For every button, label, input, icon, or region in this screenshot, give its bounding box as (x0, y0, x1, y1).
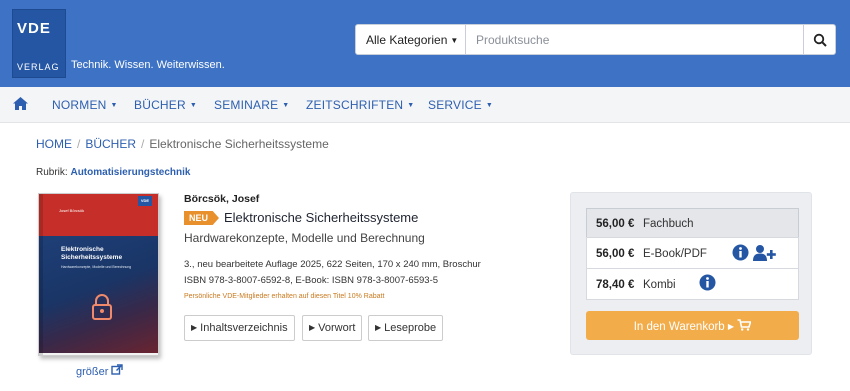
info-icon[interactable] (732, 244, 749, 261)
toc-button[interactable]: ▶ Inhaltsverzeichnis (184, 315, 295, 341)
cover-vde-badge: VDE (138, 196, 152, 206)
add-to-cart-button[interactable]: In den Warenkorb ▶ (586, 311, 799, 340)
external-link-icon (111, 364, 124, 375)
nav-item-normen[interactable]: NORMEN ▼ (52, 98, 118, 112)
caret-down-icon: ▼ (407, 102, 415, 109)
price-type: Kombi (643, 279, 676, 291)
toc-button-label: Inhaltsverzeichnis (200, 322, 288, 334)
category-select[interactable]: Alle Kategorien ▼ (356, 25, 466, 54)
cart-icon (737, 319, 752, 331)
new-badge: NEU (184, 211, 219, 225)
breadcrumb-home[interactable]: HOME (36, 137, 72, 151)
caret-right-icon: ▶ (727, 322, 735, 331)
nav-item-seminare[interactable]: SEMINARE ▼ (214, 98, 289, 112)
rubrik-label: Rubrik: (36, 167, 68, 178)
price-type: E-Book/PDF (643, 248, 707, 260)
logo-verlag-text: VERLAG (17, 62, 60, 72)
caret-down-icon: ▼ (450, 36, 459, 45)
search-bar: Alle Kategorien ▼ (355, 24, 836, 55)
nav-item-label: BÜCHER (134, 98, 186, 112)
caret-down-icon: ▼ (189, 102, 198, 109)
rubrik: Rubrik: Automatisierungstechnik (36, 167, 191, 178)
price-value: 78,40 € (596, 279, 635, 291)
search-input[interactable] (466, 25, 804, 54)
price-value: 56,00 € (596, 218, 635, 230)
search-button[interactable] (803, 25, 835, 54)
product-details: 3., neu bearbeitete Auflage 2025, 622 Se… (184, 257, 481, 289)
enlarge-label: größer (76, 366, 109, 378)
info-icon[interactable] (699, 274, 716, 291)
price-value: 56,00 € (596, 248, 635, 260)
foreword-button[interactable]: ▶ Vorwort (302, 315, 363, 341)
price-box: 56,00 € Fachbuch 56,00 € E-Book/PDF 78,4… (570, 192, 812, 355)
product-subtitle: Hardwarekonzepte, Modelle und Berechnung (184, 231, 425, 245)
product-isbn: ISBN 978-3-8007-6592-8, E-Book: ISBN 978… (184, 275, 439, 286)
member-discount-note: Persönliche VDE-Mitglieder erhalten auf … (184, 293, 385, 300)
nav-item-label: SEMINARE (214, 98, 279, 112)
price-option-fachbuch[interactable]: 56,00 € Fachbuch (586, 208, 799, 238)
cover-title-line2: Sicherheitssysteme (61, 254, 123, 261)
cover-title-line1: Elektronische (61, 246, 104, 253)
reading-sample-button[interactable]: ▶ Leseprobe (368, 315, 444, 341)
cover-subtitle: Hardwarekonzepte, Modelle und Berechnung (61, 265, 132, 269)
caret-right-icon: ▶ (191, 323, 198, 332)
nav-item-label: NORMEN (52, 98, 107, 112)
add-to-cart-label: In den Warenkorb (633, 321, 725, 333)
caret-right-icon: ▶ (375, 323, 382, 332)
product-author[interactable]: Börcsök, Josef (184, 193, 259, 205)
price-type: Fachbuch (643, 218, 694, 230)
breadcrumb-current: Elektronische Sicherheitssysteme (149, 137, 329, 151)
book-cover[interactable]: Josef Börcsök VDE Elektronische Sicherhe… (38, 193, 159, 356)
product-edition: 3., neu bearbeitete Auflage 2025, 622 Se… (184, 259, 481, 270)
rubrik-link[interactable]: Automatisierungstechnik (70, 167, 190, 178)
add-user-icon[interactable] (752, 244, 776, 262)
nav-item-zeitschriften[interactable]: ZEITSCHRIFTEN ▼ (306, 98, 414, 112)
vde-logo[interactable]: VDE VERLAG (12, 9, 66, 78)
caret-right-icon: ▶ (309, 323, 316, 332)
cover-spine (39, 194, 43, 355)
breadcrumb: HOME / BÜCHER / Elektronische Sicherheitssys… (36, 137, 329, 151)
caret-down-icon: ▼ (485, 102, 494, 109)
enlarge-cover-link[interactable]: größer (76, 364, 124, 378)
reading-sample-button-label: Leseprobe (384, 322, 437, 334)
price-option-kombi[interactable]: 78,40 € Kombi (586, 268, 799, 300)
nav-item-label: SERVICE (428, 98, 482, 112)
cover-title: Elektronische Sicherheitssysteme (61, 246, 122, 262)
price-option-ebook[interactable]: 56,00 € E-Book/PDF (586, 237, 799, 269)
search-icon (813, 33, 827, 47)
cover-author: Josef Börcsök (59, 208, 85, 213)
nav-item-label: ZEITSCHRIFTEN (306, 98, 404, 112)
product-title: Elektronische Sicherheitssysteme (224, 210, 419, 225)
breadcrumb-books[interactable]: BÜCHER (85, 137, 136, 151)
main-nav: NORMEN ▼ BÜCHER ▼ SEMINARE ▼ ZEITSCHRIFTEN ▼… (0, 87, 850, 123)
breadcrumb-separator: / (77, 137, 81, 151)
slogan: Technik. Wissen. Weiterwissen. (71, 59, 225, 71)
category-select-label: Alle Kategorien (366, 33, 448, 47)
caret-down-icon: ▼ (282, 102, 290, 109)
nav-item-buecher[interactable]: BÜCHER ▼ (134, 98, 197, 112)
logo-vde-text: VDE (17, 20, 51, 37)
site-header: VDE VERLAG Technik. Wissen. Weiterwissen… (0, 0, 850, 87)
caret-down-icon: ▼ (110, 102, 118, 109)
lock-icon (92, 294, 112, 320)
home-icon[interactable] (12, 96, 29, 111)
breadcrumb-separator: / (141, 137, 145, 151)
foreword-button-label: Vorwort (318, 322, 356, 334)
nav-item-service[interactable]: SERVICE ▼ (428, 98, 493, 112)
